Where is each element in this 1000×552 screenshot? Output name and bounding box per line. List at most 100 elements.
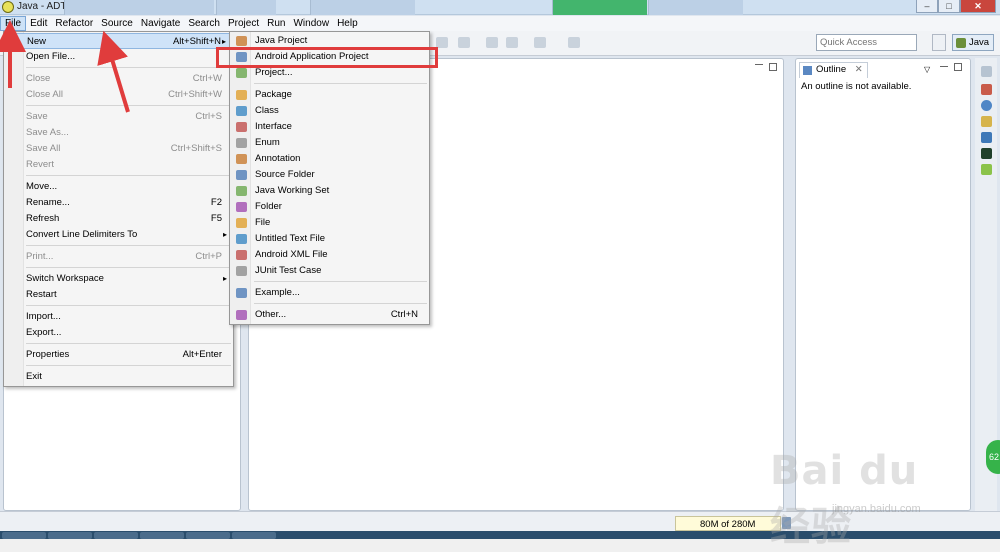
new-menu-item-class[interactable]: Class [231,103,428,119]
file-menu-item-label: Save All [26,143,61,154]
new-menu-item-file[interactable]: File [231,215,428,231]
file-menu-item-label: Exit [26,371,42,382]
background-window-tab[interactable] [216,0,276,15]
file-menu-item-properties[interactable]: Properties Alt+Enter [5,347,232,363]
restart-icon [8,290,19,300]
menu-search[interactable]: Search [184,16,224,31]
minimize-view-icon[interactable] [755,64,763,72]
highlight-box [216,47,438,68]
window-title: Java - ADT [17,1,67,12]
file-menu-item-export[interactable]: Export... [5,325,232,341]
file-menu-item-shortcut: F2 [210,197,222,208]
untitled-text-file-icon [236,234,247,244]
maximize-view-icon[interactable] [954,63,962,71]
android-icon[interactable] [981,164,992,175]
background-window-tab[interactable] [310,0,415,15]
close-tab-icon[interactable]: ✕ [855,64,863,75]
rename-icon [8,198,19,208]
new-menu-item-android-xml-file[interactable]: Android XML File [231,247,428,263]
menu-help[interactable]: Help [333,16,362,31]
menu-refactor[interactable]: Refactor [51,16,97,31]
revert-icon [8,160,19,170]
file-menu-separator [26,105,231,106]
file-menu-item-label: Refresh [26,213,60,224]
file-menu-item-convert-line-delimiters-to[interactable]: Convert Line Delimiters To ▸ [5,227,232,243]
file-menu-item-refresh[interactable]: Refresh F5 [5,211,232,227]
menu-project[interactable]: Project [224,16,263,31]
class-icon [236,106,247,116]
task-list-icon[interactable] [981,84,992,95]
android-xml-file-icon [236,250,247,260]
properties-icon [8,350,19,360]
menu-edit[interactable]: Edit [26,16,51,31]
toolbar-icon[interactable] [458,37,470,48]
menu-navigate[interactable]: Navigate [137,16,184,31]
new-menu-item-package[interactable]: Package [231,87,428,103]
background-window-tab[interactable] [64,0,214,15]
file-menu-item-shortcut: Ctrl+S [195,111,222,122]
convert-line-delimiters-to-icon [8,230,19,240]
new-menu-item-untitled-text-file[interactable]: Untitled Text File [231,231,428,247]
logcat-icon[interactable] [981,148,992,159]
file-menu-item-open-file[interactable]: Open File... [5,49,232,65]
file-menu-item-move[interactable]: Move... [5,179,232,195]
pin-icon[interactable] [568,37,580,48]
menu-window[interactable]: Window [289,16,333,31]
maximize-button[interactable]: □ [938,0,960,13]
file-menu-item-shortcut: Alt+Enter [182,349,222,360]
background-window-tab[interactable] [648,0,743,15]
file-menu-separator [26,245,231,246]
file-menu-item-label: Convert Line Delimiters To [26,229,138,240]
minimize-button[interactable]: – [916,0,938,13]
forward-icon[interactable] [534,37,546,48]
new-menu-item-example[interactable]: Example... [231,285,428,301]
back-icon[interactable] [506,37,518,48]
console-icon[interactable] [981,132,992,143]
new-menu-item-interface[interactable]: Interface [231,119,428,135]
declaration-icon[interactable] [981,116,992,127]
new-menu-item-other[interactable]: Other... Ctrl+N [231,307,428,323]
minimize-view-icon[interactable] [940,66,948,74]
file-menu-item-switch-workspace[interactable]: Switch Workspace ▸ [5,271,232,287]
new-menu-item-java-working-set[interactable]: Java Working Set [231,183,428,199]
file-menu-item-shortcut: F5 [210,213,222,224]
file-menu-item-exit[interactable]: Exit [5,369,232,385]
file-menu-item-rename[interactable]: Rename... F2 [5,195,232,211]
file-menu-item-label: Close All [26,89,63,100]
taskbar-app[interactable] [2,532,46,539]
new-menu-item-folder[interactable]: Folder [231,199,428,215]
taskbar-app[interactable] [48,532,92,539]
file-menu-separator [26,67,231,68]
quick-access-input[interactable] [816,34,917,51]
restore-icon[interactable] [981,66,992,77]
menu-source[interactable]: Source [97,16,137,31]
floating-badge[interactable]: 62 [986,440,1000,474]
maximize-view-icon[interactable] [769,63,777,71]
view-menu-icon[interactable]: ▽ [924,65,934,74]
new-menu-item-source-folder[interactable]: Source Folder [231,167,428,183]
background-window-tab[interactable] [552,0,647,15]
new-icon [9,37,20,47]
menu-file[interactable]: File [0,16,27,31]
menu-run[interactable]: Run [263,16,289,31]
file-menu-item-label: Revert [26,159,54,170]
new-menu-item-annotation[interactable]: Annotation [231,151,428,167]
file-menu-item-import[interactable]: Import... [5,309,232,325]
file-menu-item-restart[interactable]: Restart [5,287,232,303]
new-menu-item-enum[interactable]: Enum [231,135,428,151]
tab-outline[interactable]: Outline ✕ [799,62,868,78]
new-menu-item-junit-test-case[interactable]: JUnit Test Case [231,263,428,279]
close-button[interactable]: ✕ [960,0,996,13]
javadoc-icon[interactable] [981,100,992,111]
title-bar: Java - ADT – □ ✕ [0,0,1000,15]
taskbar-app[interactable] [186,532,230,539]
submenu-arrow-icon: ▸ [222,274,227,283]
open-perspective-button[interactable] [932,34,946,51]
file-menu-item-new[interactable]: New Alt+Shift+N ▸ [5,33,232,49]
taskbar-app[interactable] [94,532,138,539]
taskbar-app[interactable] [140,532,184,539]
java-perspective-button[interactable]: Java [952,34,994,51]
taskbar-app[interactable] [232,532,276,539]
back-nav-icon[interactable] [486,37,498,48]
file-menu-item-label: Print... [26,251,54,262]
